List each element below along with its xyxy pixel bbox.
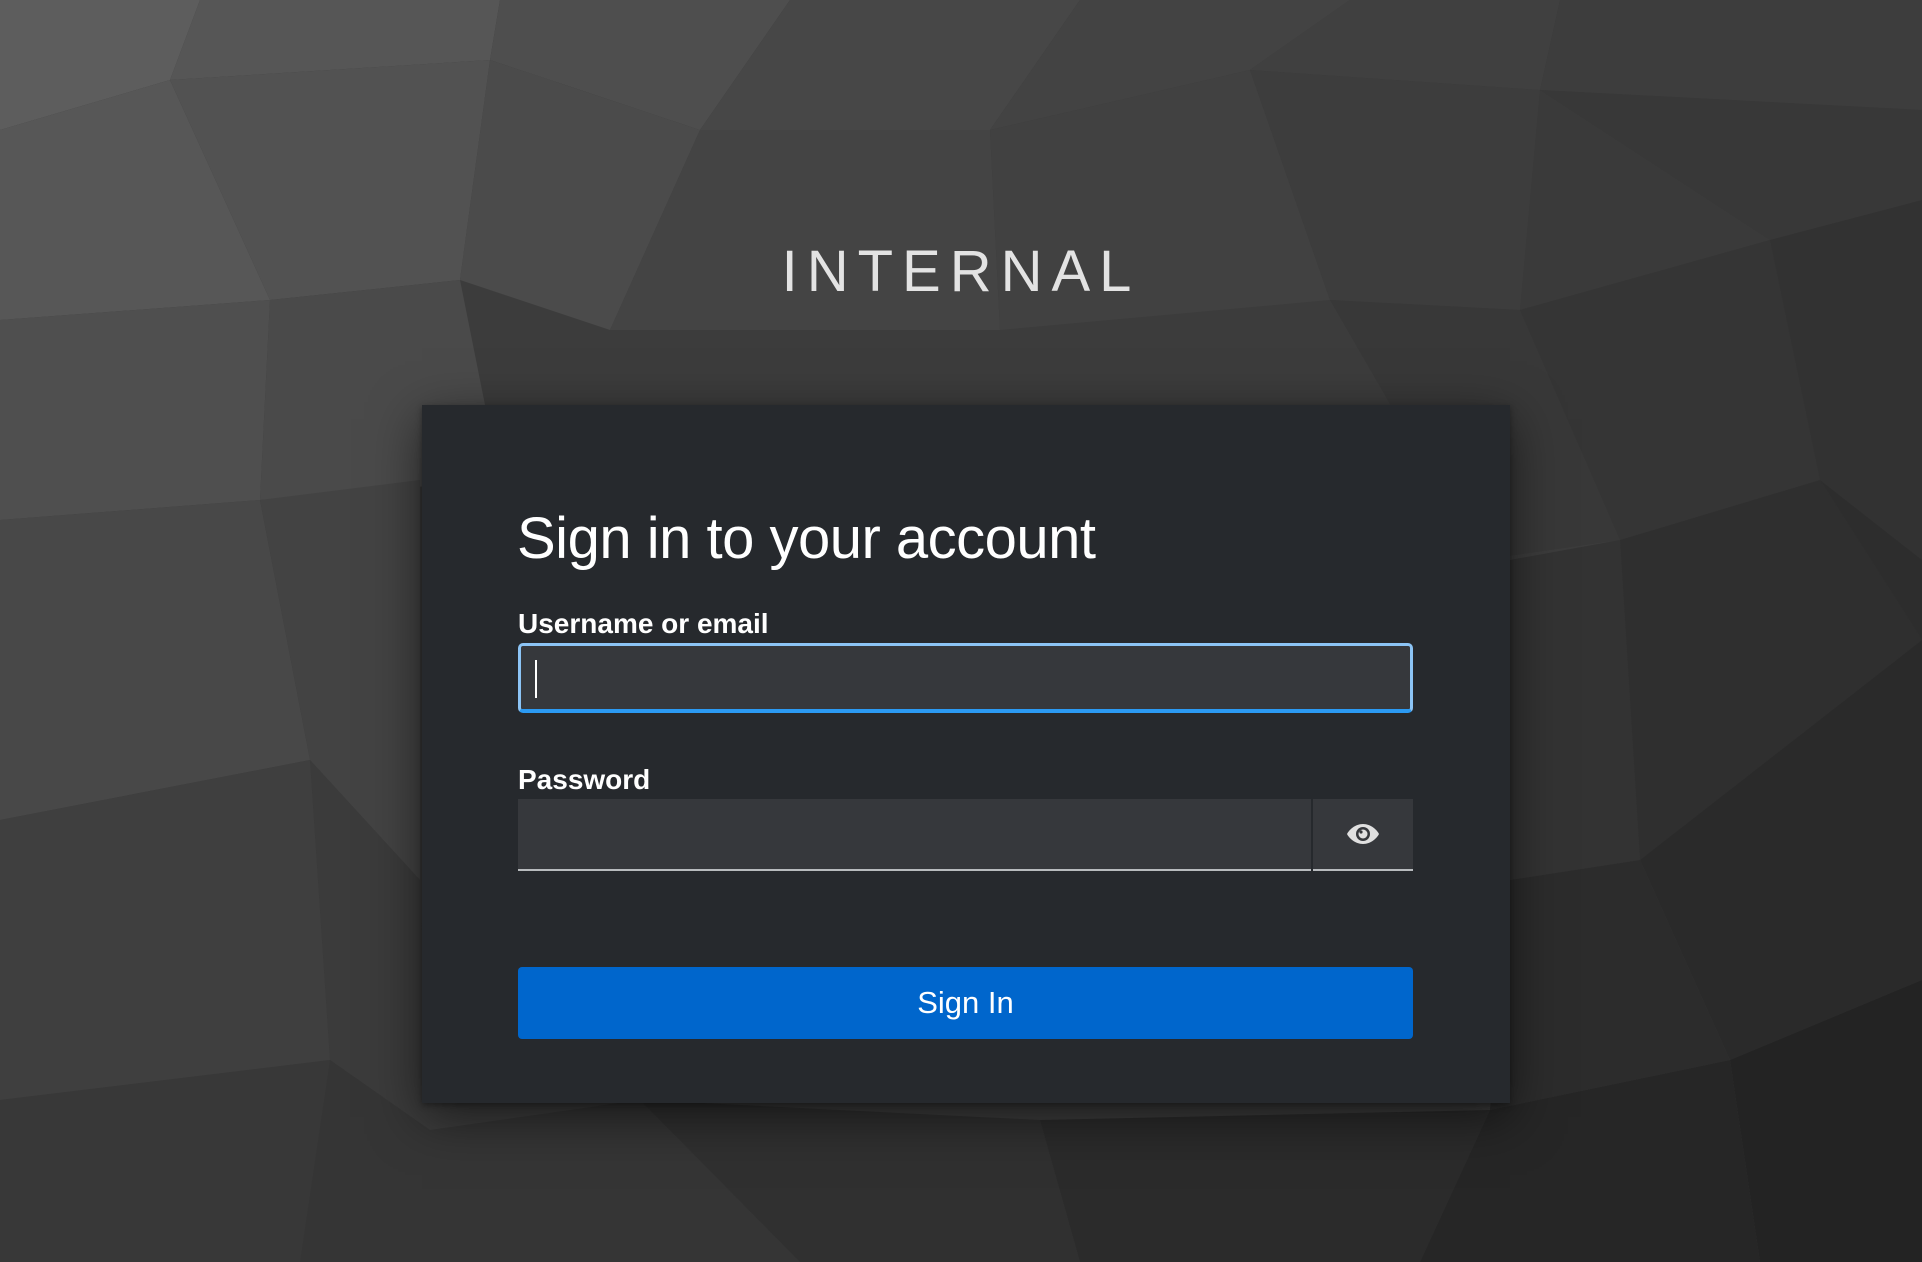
password-field-container [518, 799, 1311, 871]
password-input[interactable] [518, 799, 1311, 869]
username-input[interactable] [521, 646, 1410, 709]
realm-title: INTERNAL [781, 239, 1141, 304]
sign-in-button[interactable]: Sign In [518, 967, 1413, 1039]
show-password-button[interactable] [1313, 799, 1413, 871]
text-caret [535, 660, 537, 698]
username-label: Username or email [518, 608, 769, 639]
password-field-group [518, 799, 1413, 871]
page-title: Sign in to your account [517, 506, 1096, 571]
login-card: Sign in to your account Username or emai… [422, 405, 1510, 1103]
username-field-container [518, 643, 1413, 713]
eye-icon [1347, 824, 1379, 844]
password-label: Password [518, 764, 651, 795]
